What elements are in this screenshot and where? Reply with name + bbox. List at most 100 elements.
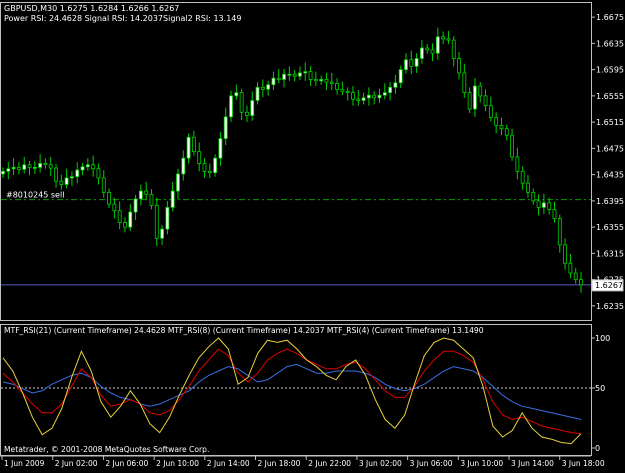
candle-body [441,36,446,40]
copyright-text: Metatrader, © 2001-2008 MetaQuotes Softw… [4,445,209,454]
candle-body [446,38,451,41]
candle-body [191,136,196,153]
price-tick-label: 1.6235 [596,302,624,311]
candle-body [1,170,5,175]
candle-body [287,73,292,76]
time-tick-label: 3 Jun 02:00 [359,459,402,468]
candle-body [483,95,488,107]
candle-body [117,210,122,223]
candle-body [282,73,286,80]
candle-body [144,190,149,195]
chart-canvas[interactable]: #8010245 sell GBPUSD,M30 1.6275 1.6284 1… [0,0,625,469]
power-rsi-header: Power RSI: 24.4628 Signal RSI: 14.2037Si… [4,14,241,23]
candle-body [43,163,48,166]
candle-body [420,47,424,59]
candle-body [133,198,138,213]
candle-body [186,136,191,159]
candle-body [22,164,27,170]
candle-body [107,191,111,205]
candle-body [536,200,541,208]
candle-body [398,69,403,84]
candle-body [568,262,573,274]
candle-body [245,111,249,116]
rsi-level-100: 100 [595,334,610,343]
price-tick-label: 1.6355 [596,223,624,232]
candle-body [324,79,329,83]
candle-body [467,92,472,110]
candle-body [170,190,175,208]
candle-body [112,203,117,212]
candle-body [138,190,143,200]
price-tick-label: 1.6675 [596,13,624,22]
price-tick-label: 1.6595 [596,66,624,75]
candle-body [541,202,546,208]
candle-body [388,86,393,93]
candle-body [260,86,265,90]
candle-body [557,218,562,246]
price-tick-label: 1.6515 [596,118,624,127]
candle-body [351,92,355,100]
candle-body [488,105,493,118]
candle-body [298,72,302,77]
candle-body [520,170,525,184]
candle-body [361,97,366,101]
candle-body [425,47,430,51]
candle-body [494,117,499,126]
candle-body [510,134,514,158]
candle-body [154,205,159,239]
candle-body [303,71,308,74]
candle-body [91,164,96,170]
candle-body [48,164,53,169]
sell-order-label: #8010245 sell [6,191,64,200]
candle-body [473,85,477,110]
candle-body [27,164,32,168]
candle-body [229,95,233,118]
candle-body [64,177,69,185]
candle-body [160,228,164,239]
candle-body [547,202,552,210]
candle-body [149,193,154,206]
rsi-level-0: 0 [595,444,600,453]
time-tick-label: 2 Jun 22:00 [308,459,351,468]
candle-body [526,182,530,193]
candle-body [329,81,334,84]
candle-body [462,72,467,93]
candle-body [6,168,11,172]
candle-body [340,88,345,92]
rsi-level-50: 50 [595,384,605,393]
candle-body [202,163,207,172]
price-tick-label: 1.6315 [596,249,624,258]
candle-body [59,180,64,185]
candle-body [335,83,339,90]
candle-body [478,85,483,97]
mt4-chart-window[interactable]: #8010245 sell GBPUSD,M30 1.6275 1.6284 1… [0,0,625,469]
candle-body [313,79,318,82]
candle-body [292,73,297,77]
candle-body [96,168,101,179]
time-tick-label: 1 Jun 2009 [4,459,45,468]
price-tick-label: 1.6435 [596,171,624,180]
bid-price-marker: 1.6267 [591,279,624,292]
candle-body [101,177,106,193]
price-tick-label: 1.6475 [596,144,624,153]
candle-body [552,209,557,219]
candle-body [372,94,377,99]
candle-body [409,59,414,67]
candle-body [128,211,133,228]
candle-body [250,100,255,116]
candle-body [17,167,21,170]
candle-body [271,77,276,86]
candle-body [11,167,16,170]
candle-body [32,167,37,169]
candle-body [218,138,223,159]
candle-body [515,156,520,172]
candle-body [366,94,371,99]
candle-body [435,36,440,54]
chart-background [0,0,625,469]
time-tick-label: 2 Jun 18:00 [258,459,301,468]
time-tick-label: 3 Jun 18:00 [562,459,605,468]
candle-body [266,84,271,90]
candle-body [430,49,435,54]
candle-body [223,116,228,139]
price-tick-label: 1.6635 [596,39,624,48]
